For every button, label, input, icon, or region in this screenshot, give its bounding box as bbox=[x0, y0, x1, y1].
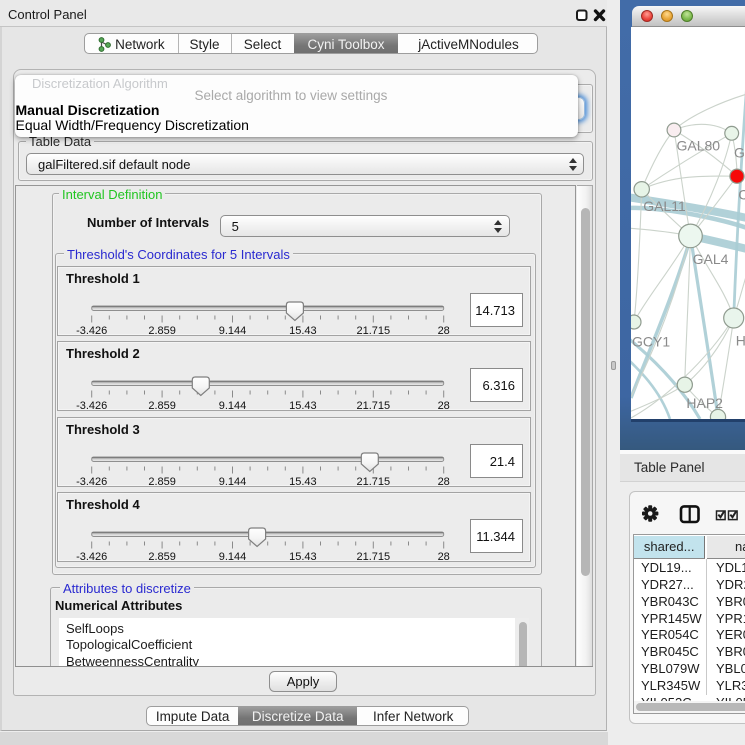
svg-text:28: 28 bbox=[438, 476, 450, 488]
svg-text:9.144: 9.144 bbox=[219, 476, 247, 488]
svg-text:-3.426: -3.426 bbox=[76, 400, 107, 412]
svg-text:21.715: 21.715 bbox=[356, 476, 390, 488]
svg-text:GCY1: GCY1 bbox=[632, 333, 670, 349]
svg-text:GAL4: GAL4 bbox=[693, 251, 729, 267]
svg-text:HAP2: HAP2 bbox=[686, 395, 723, 411]
svg-text:-3.426: -3.426 bbox=[76, 476, 107, 488]
svg-text:2.859: 2.859 bbox=[148, 400, 176, 412]
svg-text:21.715: 21.715 bbox=[356, 551, 390, 563]
svg-text:-3.426: -3.426 bbox=[76, 325, 107, 337]
svg-text:-3.426: -3.426 bbox=[76, 551, 107, 563]
svg-text:15.43: 15.43 bbox=[289, 400, 317, 412]
svg-text:21.715: 21.715 bbox=[356, 400, 390, 412]
svg-text:15.43: 15.43 bbox=[289, 476, 317, 488]
svg-text:15.43: 15.43 bbox=[289, 325, 317, 337]
svg-text:HI: HI bbox=[736, 332, 745, 348]
svg-text:2.859: 2.859 bbox=[148, 325, 176, 337]
svg-text:28: 28 bbox=[438, 551, 450, 563]
svg-text:21.715: 21.715 bbox=[356, 325, 390, 337]
svg-text:28: 28 bbox=[438, 400, 450, 412]
svg-text:15.43: 15.43 bbox=[289, 551, 317, 563]
svg-text:CY: CY bbox=[738, 186, 745, 202]
svg-text:GA: GA bbox=[734, 145, 745, 161]
svg-text:9.144: 9.144 bbox=[219, 551, 247, 563]
svg-text:9.144: 9.144 bbox=[219, 325, 247, 337]
svg-text:2.859: 2.859 bbox=[148, 551, 176, 563]
svg-text:GAL11: GAL11 bbox=[643, 198, 686, 214]
svg-text:9.144: 9.144 bbox=[219, 400, 247, 412]
svg-text:2.859: 2.859 bbox=[148, 476, 176, 488]
svg-text:28: 28 bbox=[438, 325, 450, 337]
svg-text:GAL80: GAL80 bbox=[677, 138, 721, 154]
